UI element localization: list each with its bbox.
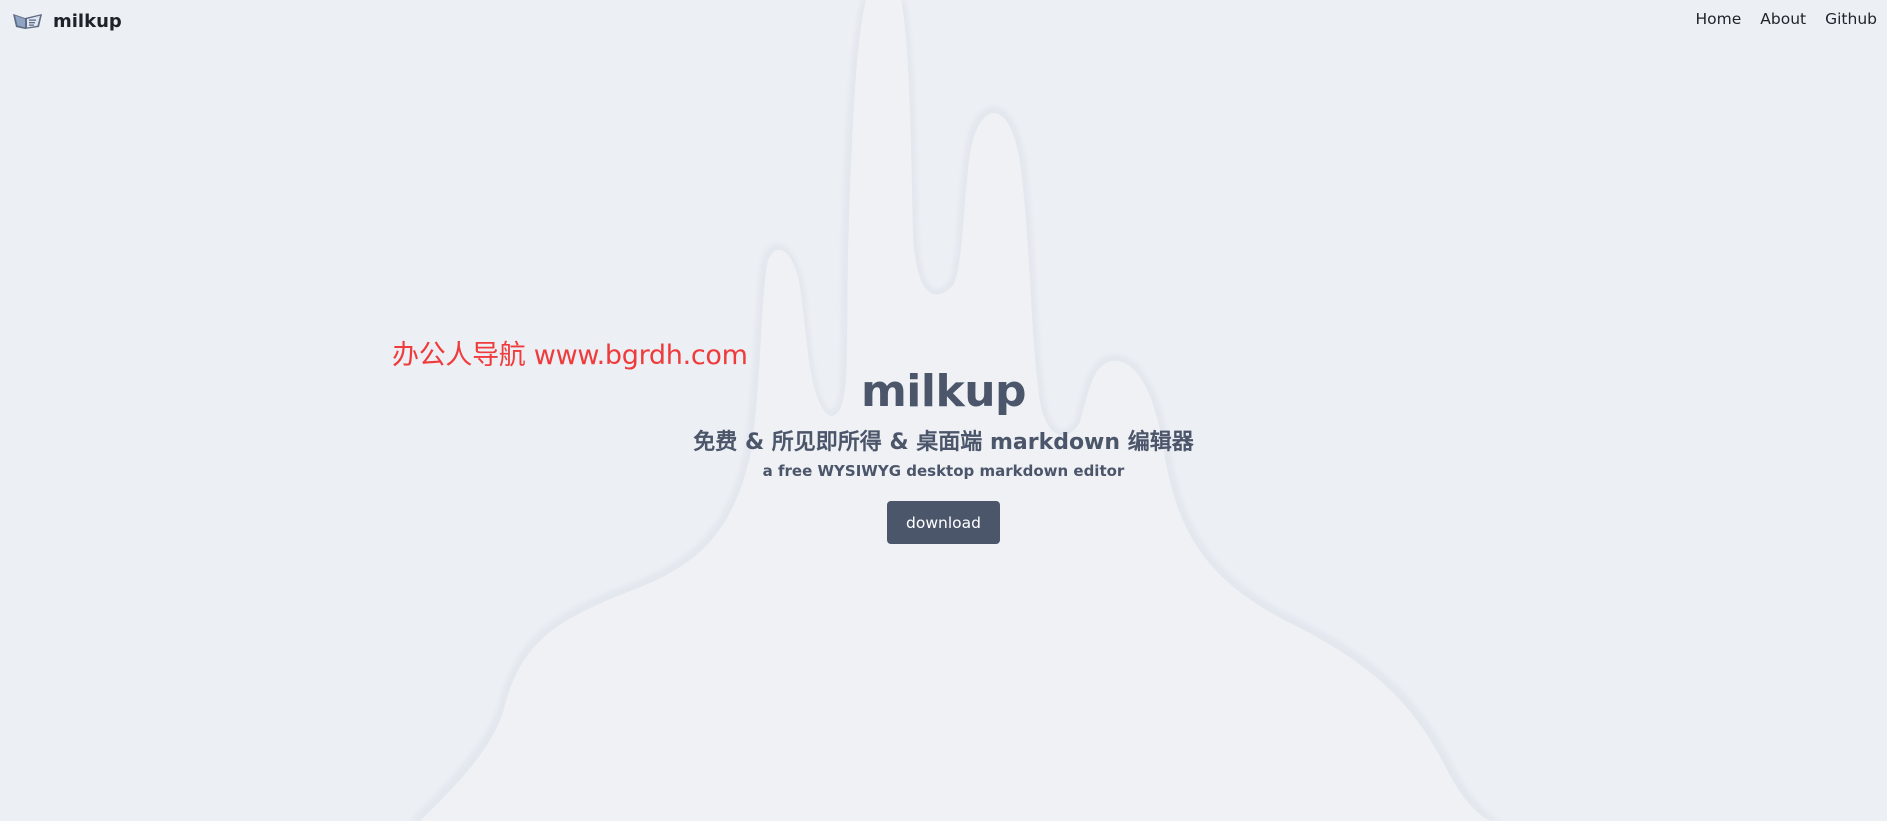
brand-name: milkup (53, 10, 122, 32)
hero-title: milkup (860, 366, 1027, 417)
top-navbar: milkup Home About Github (0, 0, 1887, 42)
brand-link[interactable]: milkup (12, 8, 122, 34)
hero-subtitle: 免费 & 所见即所得 & 桌面端 markdown 编辑器 (693, 430, 1194, 455)
hero-section: milkup 免费 & 所见即所得 & 桌面端 markdown 编辑器 a f… (0, 362, 1887, 544)
nav-link-about[interactable]: About (1760, 10, 1806, 28)
milkup-logo-icon (12, 12, 43, 30)
nav-links: Home About Github (1696, 10, 1878, 28)
download-button[interactable]: download (887, 501, 1000, 544)
nav-link-home[interactable]: Home (1696, 10, 1742, 28)
hero-description: a free WYSIWYG desktop markdown editor (762, 462, 1125, 480)
nav-link-github[interactable]: Github (1825, 10, 1877, 28)
